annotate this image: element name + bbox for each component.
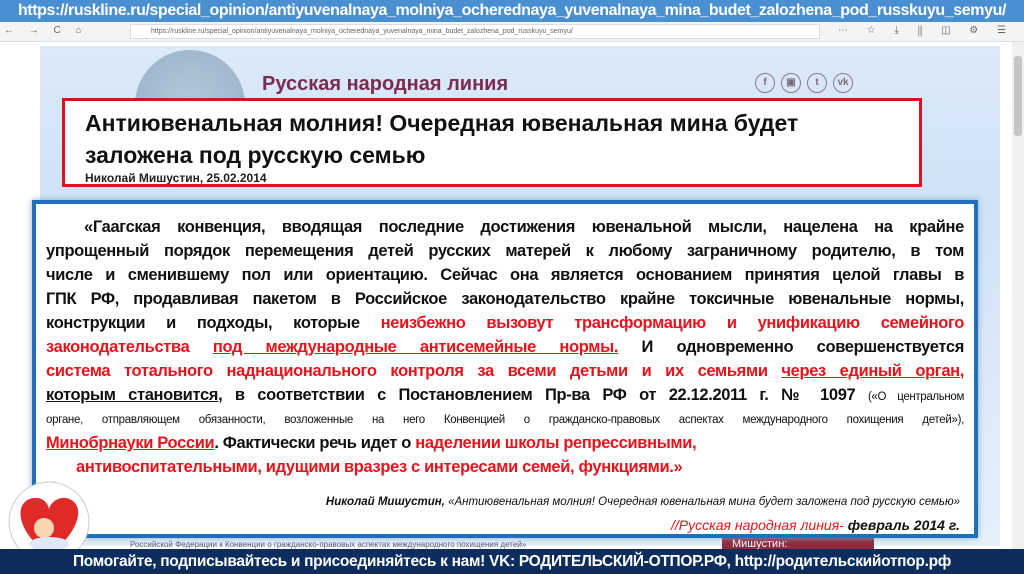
quote-line: конструкции и подходы, которые неизбежно… (46, 311, 964, 335)
quote-text-segment: конструкции и подходы, которые (46, 314, 381, 332)
source-date: февраль 2014 г. (847, 517, 960, 533)
article-byline: Николай Мишустин, 25.02.2014 (85, 171, 267, 185)
social-links: f ▣ t vk (755, 73, 853, 93)
quote-source: //Русская народная линия- февраль 2014 г… (671, 517, 960, 533)
highlighted-text: система тотального наднационального конт… (46, 362, 782, 380)
twitter-icon[interactable]: t (807, 73, 827, 93)
quote-line: Минобрнауки России. Фактически речь идет… (46, 431, 964, 455)
highlighted-text: под международные антисемейные нормы. (212, 338, 619, 356)
quote-text-segment: И одновременно совершенствуется (618, 338, 965, 356)
scrollbar[interactable] (1012, 42, 1024, 549)
site-title[interactable]: Русская народная линия (262, 73, 508, 96)
article-title-box: Антиювенальная молния! Очередная ювеналь… (62, 98, 922, 187)
scrollbar-thumb[interactable] (1014, 56, 1022, 136)
quote-text-segment: которым становится (46, 386, 219, 404)
quote-line: антивоспитательными, идущими вразрез с и… (46, 455, 964, 479)
quote-text-segment: Фактически речь идет о (218, 434, 416, 452)
quote-line: «Гаагская конвенция, вводящая последние … (46, 215, 964, 239)
quote-line: законодательства под международные антис… (46, 335, 964, 359)
quote-text-segment: органе, отправляющем обязанности, возлож… (46, 414, 964, 426)
footer-banner: Помогайте, подписывайтесь и присоединяйт… (0, 549, 1024, 574)
address-bar[interactable]: https://ruskline.ru/special_opinion/anti… (130, 24, 820, 39)
highlighted-text: антивоспитательными, идущими вразрез с и… (76, 458, 683, 476)
quote-text-segment: числе и сменившему пол или ориентацию. С… (46, 266, 964, 284)
top-url-banner: https://ruskline.ru/special_opinion/anti… (0, 0, 1024, 22)
source-name: //Русская народная линия- (670, 517, 848, 533)
youtube-icon[interactable]: ▣ (781, 73, 801, 93)
quote-line: система тотального наднационального конт… (46, 359, 964, 383)
quote-text-segment: «Гаагская конвенция, вводящая последние … (84, 218, 964, 236)
facebook-icon[interactable]: f (755, 73, 775, 93)
quote-line: органе, отправляющем обязанности, возлож… (46, 409, 964, 431)
quote-line: упрощенный порядок перемещения детей рус… (46, 239, 964, 263)
quote-attribution: Николай Мишустин, «Антиювенальная молния… (326, 496, 960, 508)
highlighted-text: через единый орган (781, 362, 960, 380)
highlighted-text: Минобрнауки России (46, 434, 215, 452)
background-article-text: Российской Федерации к Конвенции о гражд… (130, 540, 527, 549)
article-title: Антиювенальная молния! Очередная ювеналь… (85, 110, 799, 168)
quote-line: которым становится, в соответствии с Пос… (46, 383, 964, 409)
browser-toolbar: ← → C ⌂ https://ruskline.ru/special_opin… (0, 22, 1024, 42)
highlighted-text: наделении школы репрессивными, (415, 434, 697, 452)
nav-buttons[interactable]: ← → C ⌂ (4, 25, 88, 36)
vk-icon[interactable]: vk (833, 73, 853, 93)
quote-text-segment: , в соответствии с Постановлением Пр-ва … (218, 386, 868, 404)
quote-box: «Гаагская конвенция, вводящая последние … (32, 200, 978, 538)
quote-text: «Гаагская конвенция, вводящая последние … (46, 215, 964, 479)
quote-text-segment: ГПК РФ, продавливая пакетом в Российское… (46, 290, 964, 308)
quote-text-segment: («О центральном (867, 391, 965, 403)
quote-line: ГПК РФ, продавливая пакетом в Российское… (46, 287, 964, 311)
highlighted-text: , (959, 362, 965, 380)
highlighted-text: законодательства (46, 338, 213, 356)
quote-line: числе и сменившему пол или ориентацию. С… (46, 263, 964, 287)
quote-text-segment: упрощенный порядок перемещения детей рус… (46, 242, 964, 260)
quote-author: Николай Мишустин, (325, 496, 445, 508)
quote-work: «Антиювенальная молния! Очередная ювенал… (448, 496, 960, 508)
toolbar-icons[interactable]: ⋯ ☆ ⤓ ⫼ ◫ ⚙ ☰ (838, 25, 1014, 36)
highlighted-text: неизбежно вызовут трансформацию и унифик… (380, 314, 965, 332)
